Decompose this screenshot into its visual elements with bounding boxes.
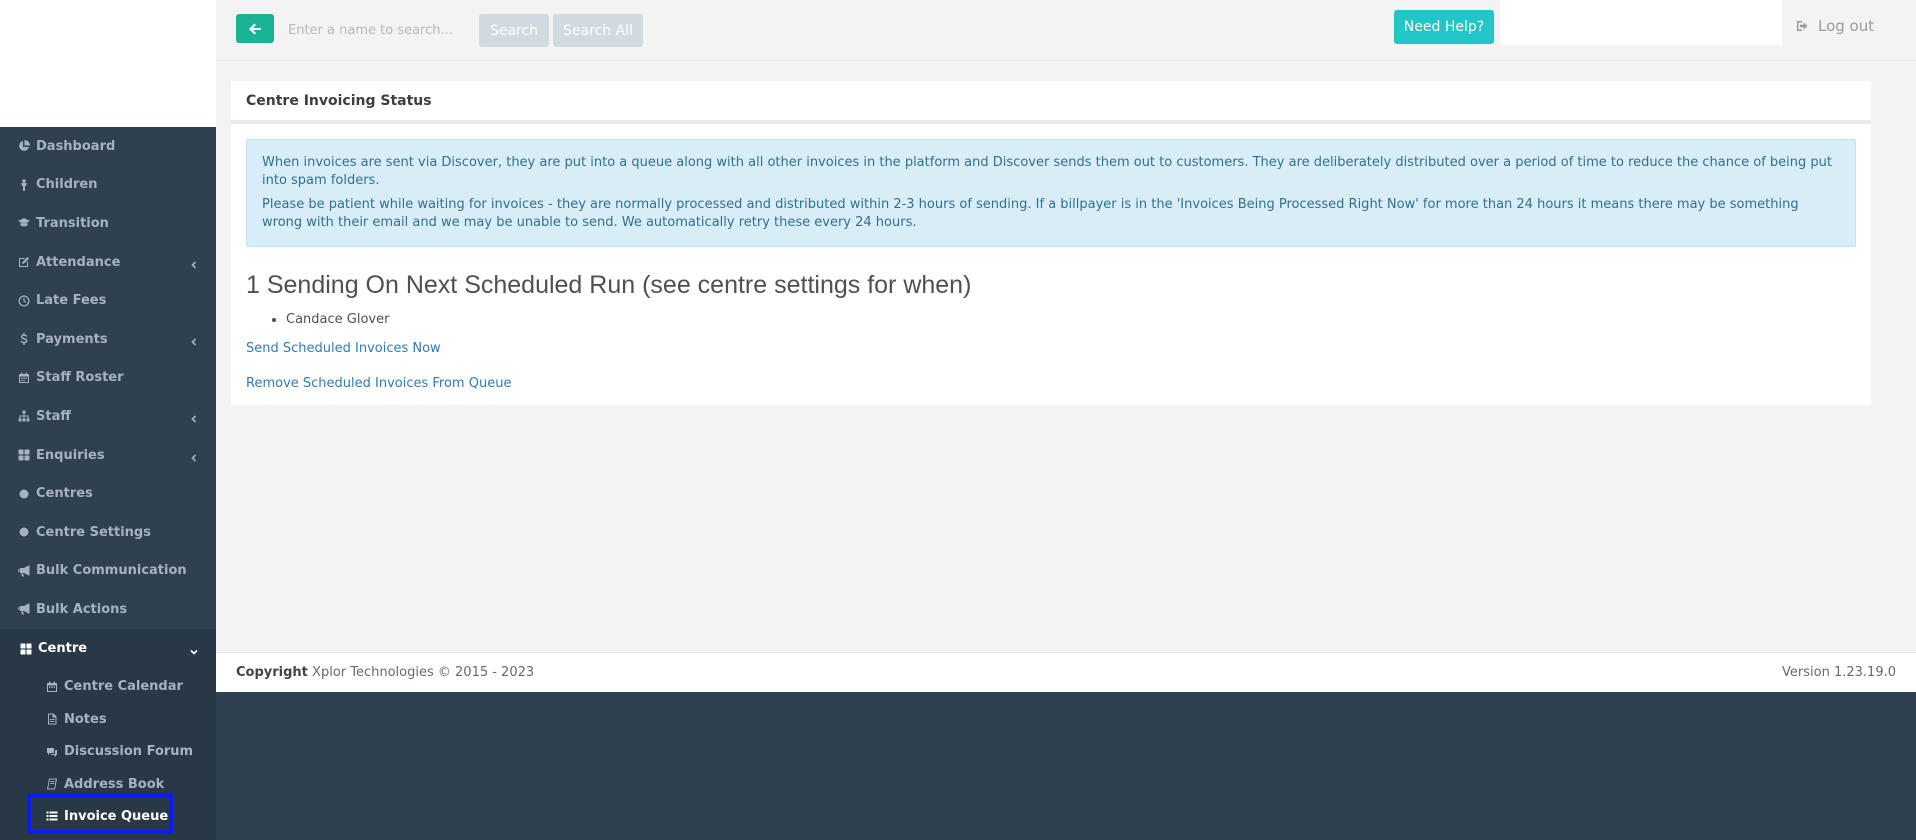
- send-scheduled-invoices-link[interactable]: Send Scheduled Invoices Now: [246, 341, 1856, 356]
- back-button[interactable]: [236, 14, 274, 43]
- circle-icon: [18, 526, 30, 538]
- alert-text-2: Please be patient while waiting for invo…: [262, 197, 1799, 230]
- sidebar-logo-area: [0, 0, 216, 127]
- sidebar-item-label: Centres: [36, 486, 93, 502]
- alert-text-1: When invoices are sent via Discover, the…: [262, 155, 1832, 188]
- copyright: Copyright Xplor Technologies © 2015 - 20…: [236, 665, 534, 680]
- sidebar-item-label: Staff Roster: [36, 370, 124, 386]
- chevron-down-icon: [190, 645, 198, 655]
- chevron-left-icon: [190, 451, 198, 462]
- remove-scheduled-invoices-link[interactable]: Remove Scheduled Invoices From Queue: [246, 376, 1856, 391]
- arrow-left-icon: [249, 23, 261, 34]
- logout-label: Log out: [1818, 17, 1875, 35]
- search-button[interactable]: Search: [479, 14, 549, 47]
- submenu-item-notes[interactable]: Notes: [0, 703, 216, 735]
- submenu-item-address-book[interactable]: Address Book: [0, 768, 216, 800]
- sidebar-item-label: Attendance: [36, 254, 121, 270]
- info-alert: When invoices are sent via Discover, the…: [246, 139, 1856, 247]
- sidebar-item-label: Payments: [36, 331, 108, 347]
- sidebar: Dashboard Children Transition Attendance…: [0, 0, 216, 840]
- chevron-left-icon: [190, 412, 198, 424]
- edit-icon: [18, 256, 30, 268]
- sitemap-icon: [18, 410, 30, 422]
- sidebar-item-label: Centre: [38, 641, 88, 657]
- sidebar-item-children[interactable]: Children: [0, 166, 216, 205]
- search-all-button[interactable]: Search All: [553, 14, 643, 47]
- submenu-item-label: Address Book: [64, 776, 165, 792]
- circle-icon: [18, 488, 30, 500]
- comments-icon: [46, 746, 58, 758]
- header-blank-panel: [1500, 0, 1782, 45]
- calendar-icon: [46, 681, 58, 693]
- bullhorn-icon: [18, 603, 30, 615]
- sidebar-item-staff-roster[interactable]: Staff Roster: [0, 359, 216, 398]
- list-icon: [46, 810, 58, 822]
- submenu-item-centre-calendar[interactable]: Centre Calendar: [0, 671, 216, 703]
- page-title: Centre Invoicing Status: [231, 81, 1871, 124]
- book-icon: [46, 778, 58, 790]
- sidebar-item-bulk-communication[interactable]: Bulk Communication: [0, 552, 216, 591]
- th-large-icon: [18, 449, 30, 461]
- bullhorn-icon: [18, 565, 30, 577]
- scheduled-run-heading: 1 Sending On Next Scheduled Run (see cen…: [246, 271, 972, 299]
- dollar-icon: [18, 333, 30, 346]
- chevron-left-icon: [190, 258, 198, 269]
- sign-out-icon: [1797, 21, 1808, 31]
- panel-content: When invoices are sent via Discover, the…: [231, 124, 1871, 405]
- submenu-item-label: Discussion Forum: [64, 744, 194, 760]
- clock-icon: [18, 295, 30, 307]
- sidebar-item-enquiries[interactable]: Enquiries: [0, 436, 216, 475]
- footer: Copyright Xplor Technologies © 2015 - 20…: [216, 652, 1916, 692]
- submenu-item-invoice-queue[interactable]: Invoice Queue: [0, 800, 216, 832]
- chevron-left-icon: [190, 335, 198, 346]
- th-large-icon: [20, 643, 32, 655]
- sidebar-item-label: Children: [36, 177, 98, 193]
- pie-chart-icon: [18, 140, 30, 152]
- sidebar-item-late-fees[interactable]: Late Fees: [0, 281, 216, 320]
- copyright-text: Xplor Technologies © 2015 - 2023: [312, 665, 535, 680]
- sidebar-item-staff[interactable]: Staff: [0, 397, 216, 436]
- sidebar-item-label: Bulk Actions: [36, 601, 128, 617]
- sidebar-item-centre[interactable]: Centre: [0, 628, 216, 669]
- list-item: Candace Glover: [286, 312, 1856, 327]
- version-label: Version 1.23.19.0: [1782, 665, 1896, 680]
- submenu-item-label: Centre Calendar: [64, 679, 183, 695]
- sidebar-item-centre-settings[interactable]: Centre Settings: [0, 513, 216, 552]
- sidebar-item-bulk-actions[interactable]: Bulk Actions: [0, 590, 216, 629]
- sidebar-item-transition[interactable]: Transition: [0, 204, 216, 243]
- sidebar-item-label: Late Fees: [36, 293, 107, 309]
- centre-submenu: Centre Calendar Notes Discussion Forum A…: [0, 668, 216, 840]
- top-navbar: Search Search All Need Help? Log out: [216, 0, 1916, 61]
- sidebar-item-label: Dashboard: [36, 138, 116, 154]
- sidebar-item-dashboard[interactable]: Dashboard: [0, 127, 216, 166]
- logout-link[interactable]: Log out: [1796, 14, 1874, 38]
- main-content: Search Search All Need Help? Log out Cen…: [216, 0, 1916, 691]
- graduation-cap-icon: [18, 217, 30, 229]
- need-help-button[interactable]: Need Help?: [1394, 10, 1494, 44]
- sidebar-item-label: Transition: [36, 215, 109, 231]
- submenu-item-discussion-forum[interactable]: Discussion Forum: [0, 736, 216, 768]
- submenu-item-label: Notes: [64, 711, 107, 727]
- sidebar-item-label: Centre Settings: [36, 524, 151, 540]
- sidebar-item-label: Staff: [36, 408, 71, 424]
- recipient-list: Candace Glover: [286, 312, 1856, 327]
- submenu-item-label: Invoice Queue: [64, 808, 169, 824]
- file-icon: [46, 713, 58, 725]
- sidebar-item-payments[interactable]: Payments: [0, 320, 216, 359]
- sidebar-item-attendance[interactable]: Attendance: [0, 243, 216, 282]
- calendar-icon: [18, 372, 30, 384]
- search-input[interactable]: [282, 14, 460, 46]
- sidebar-item-label: Enquiries: [36, 447, 105, 463]
- sidebar-item-label: Bulk Communication: [36, 563, 187, 579]
- sidebar-nav: Dashboard Children Transition Attendance…: [0, 127, 216, 669]
- invoicing-status-panel: Centre Invoicing Status When invoices ar…: [231, 81, 1871, 405]
- copyright-label: Copyright: [236, 665, 308, 680]
- sidebar-item-centres[interactable]: Centres: [0, 474, 216, 513]
- child-icon: [18, 179, 30, 191]
